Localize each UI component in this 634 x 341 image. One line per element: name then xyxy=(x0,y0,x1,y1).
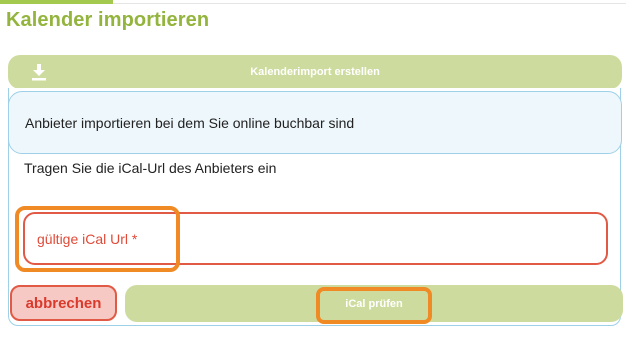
check-ical-button[interactable]: iCal prüfen xyxy=(125,285,623,322)
instruction-text: Tragen Sie die iCal-Url des Anbieters ei… xyxy=(24,160,277,176)
tab-indicator xyxy=(0,0,113,4)
info-text: Anbieter importieren bei dem Sie online … xyxy=(25,114,355,131)
create-calendar-import-label: Kalenderimport erstellen xyxy=(250,66,380,78)
check-ical-button-label: iCal prüfen xyxy=(345,297,403,310)
create-calendar-import-button[interactable]: Kalenderimport erstellen xyxy=(8,55,622,89)
info-box: Anbieter importieren bei dem Sie online … xyxy=(8,91,622,154)
cancel-button[interactable]: abbrechen xyxy=(10,285,117,321)
ical-url-input[interactable] xyxy=(23,212,608,265)
divider xyxy=(113,3,626,4)
page-title: Kalender importieren xyxy=(6,9,210,31)
download-icon xyxy=(32,64,46,81)
cancel-button-label: abbrechen xyxy=(25,294,102,312)
